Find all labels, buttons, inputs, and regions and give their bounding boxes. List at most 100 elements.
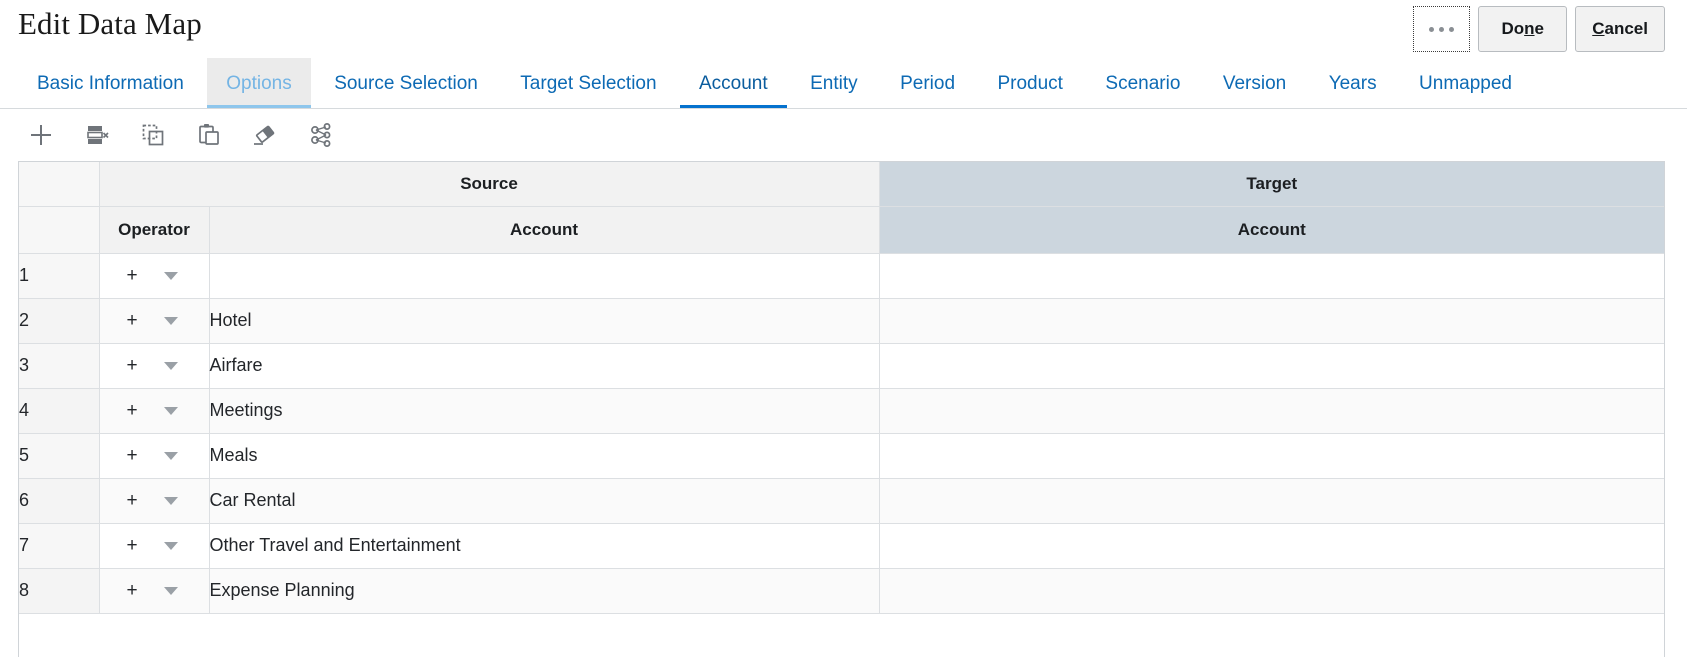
operator-value: + [127,536,138,555]
target-account-cell[interactable] [879,253,1664,298]
operator-cell[interactable]: + [99,388,209,433]
operator-cell[interactable]: + [99,433,209,478]
tab-source-selection[interactable]: Source Selection [315,58,497,109]
overflow-menu-button[interactable] [1413,6,1470,52]
operator-value: + [127,581,138,600]
source-account-cell[interactable]: Expense Planning [209,568,879,613]
grid-column-header-row: Operator Account Account [19,206,1664,253]
target-account-cell[interactable] [879,433,1664,478]
operator-cell[interactable]: + [99,343,209,388]
tab-product[interactable]: Product [978,58,1081,109]
table-row[interactable]: 3 + Airfare [19,343,1664,388]
row-number-cell[interactable]: 7 [19,523,99,568]
grid-toolbar [0,109,1687,161]
row-number-cell[interactable]: 6 [19,478,99,523]
tab-version[interactable]: Version [1204,58,1305,109]
chevron-down-icon[interactable] [164,497,178,505]
chevron-down-icon[interactable] [164,272,178,280]
source-account-cell[interactable]: Meals [209,433,879,478]
table-row[interactable]: 5 + Meals [19,433,1664,478]
delete-row-icon[interactable] [82,120,112,150]
source-account-cell[interactable]: Meetings [209,388,879,433]
clear-icon[interactable] [250,120,280,150]
source-account-column-header[interactable]: Account [209,206,879,253]
table-row[interactable]: 7 + Other Travel and Entertainment [19,523,1664,568]
chevron-down-icon[interactable] [164,317,178,325]
operator-cell[interactable]: + [99,478,209,523]
row-number-cell[interactable]: 3 [19,343,99,388]
operator-cell[interactable]: + [99,568,209,613]
paste-icon[interactable] [194,120,224,150]
table-row[interactable]: 8 + Expense Planning [19,568,1664,613]
operator-value: + [127,446,138,465]
target-account-cell[interactable] [879,343,1664,388]
operator-cell-inner: + [100,491,209,510]
source-group-header[interactable]: Source [99,162,879,206]
table-row[interactable]: 1+ [19,253,1664,298]
table-row[interactable]: 6+Car Rental [19,478,1664,523]
row-number-cell[interactable]: 1 [19,253,99,298]
tab-target-selection[interactable]: Target Selection [501,58,675,109]
add-icon[interactable] [26,120,56,150]
operator-cell-inner: + [100,401,209,420]
table-row[interactable]: 4 + Meetings [19,388,1664,433]
operator-value: + [127,311,138,330]
source-account-cell[interactable]: Car Rental [209,478,879,523]
target-account-column-header[interactable]: Account [879,206,1664,253]
done-button[interactable]: Done [1478,6,1567,52]
source-account-cell[interactable] [209,253,879,298]
operator-column-header[interactable]: Operator [99,206,209,253]
tab-unmapped[interactable]: Unmapped [1400,58,1531,109]
tab-basic-information[interactable]: Basic Information [18,58,203,109]
chevron-down-icon[interactable] [164,542,178,550]
tab-options[interactable]: Options [207,58,310,109]
copy-icon[interactable] [138,120,168,150]
source-account-cell[interactable]: Other Travel and Entertainment [209,523,879,568]
source-account-cell[interactable]: Airfare [209,343,879,388]
cancel-button-label: Cancel [1592,19,1648,39]
row-number-cell[interactable]: 4 [19,388,99,433]
row-number-cell[interactable]: 5 [19,433,99,478]
table-row[interactable]: 2 + Hotel [19,298,1664,343]
hierarchy-icon[interactable] [306,120,336,150]
target-group-header[interactable]: Target [879,162,1664,206]
cancel-button[interactable]: Cancel [1575,6,1665,52]
operator-cell[interactable]: + [99,523,209,568]
operator-cell-inner: + [100,266,209,285]
target-account-cell[interactable] [879,478,1664,523]
tab-period[interactable]: Period [881,58,974,109]
chevron-down-icon[interactable] [164,362,178,370]
target-account-cell[interactable] [879,568,1664,613]
header-actions: Done Cancel [1413,6,1665,52]
grid-corner-cell [19,162,99,206]
chevron-down-icon[interactable] [164,407,178,415]
page-header: Edit Data Map Done Cancel [0,0,1687,58]
operator-cell-inner: + [100,311,209,330]
operator-value: + [127,401,138,420]
tab-bar: Basic Information Options Source Selecti… [0,58,1687,109]
ellipsis-icon [1429,27,1454,32]
operator-cell-inner: + [100,581,209,600]
row-number-header [19,206,99,253]
target-account-cell[interactable] [879,298,1664,343]
row-number-cell[interactable]: 2 [19,298,99,343]
operator-cell[interactable]: + [99,298,209,343]
tab-account[interactable]: Account [680,58,787,109]
tab-years[interactable]: Years [1310,58,1396,109]
target-account-cell[interactable] [879,388,1664,433]
target-account-cell[interactable] [879,523,1664,568]
tab-scenario[interactable]: Scenario [1086,58,1199,109]
operator-cell-inner: + [100,536,209,555]
chevron-down-icon[interactable] [164,452,178,460]
grid-group-header-row: Source Target [19,162,1664,206]
operator-cell[interactable]: + [99,253,209,298]
data-map-grid[interactable]: Source Target Operator Account Account 1… [18,161,1665,657]
grid-body: 1+2+Hotel3+Airfare4+Meetings5+Meals6+Car… [19,253,1664,613]
row-number-cell[interactable]: 8 [19,568,99,613]
page-title: Edit Data Map [18,6,202,42]
operator-value: + [127,356,138,375]
tab-entity[interactable]: Entity [791,58,877,109]
source-account-cell[interactable]: Hotel [209,298,879,343]
operator-cell-inner: + [100,356,209,375]
chevron-down-icon[interactable] [164,587,178,595]
